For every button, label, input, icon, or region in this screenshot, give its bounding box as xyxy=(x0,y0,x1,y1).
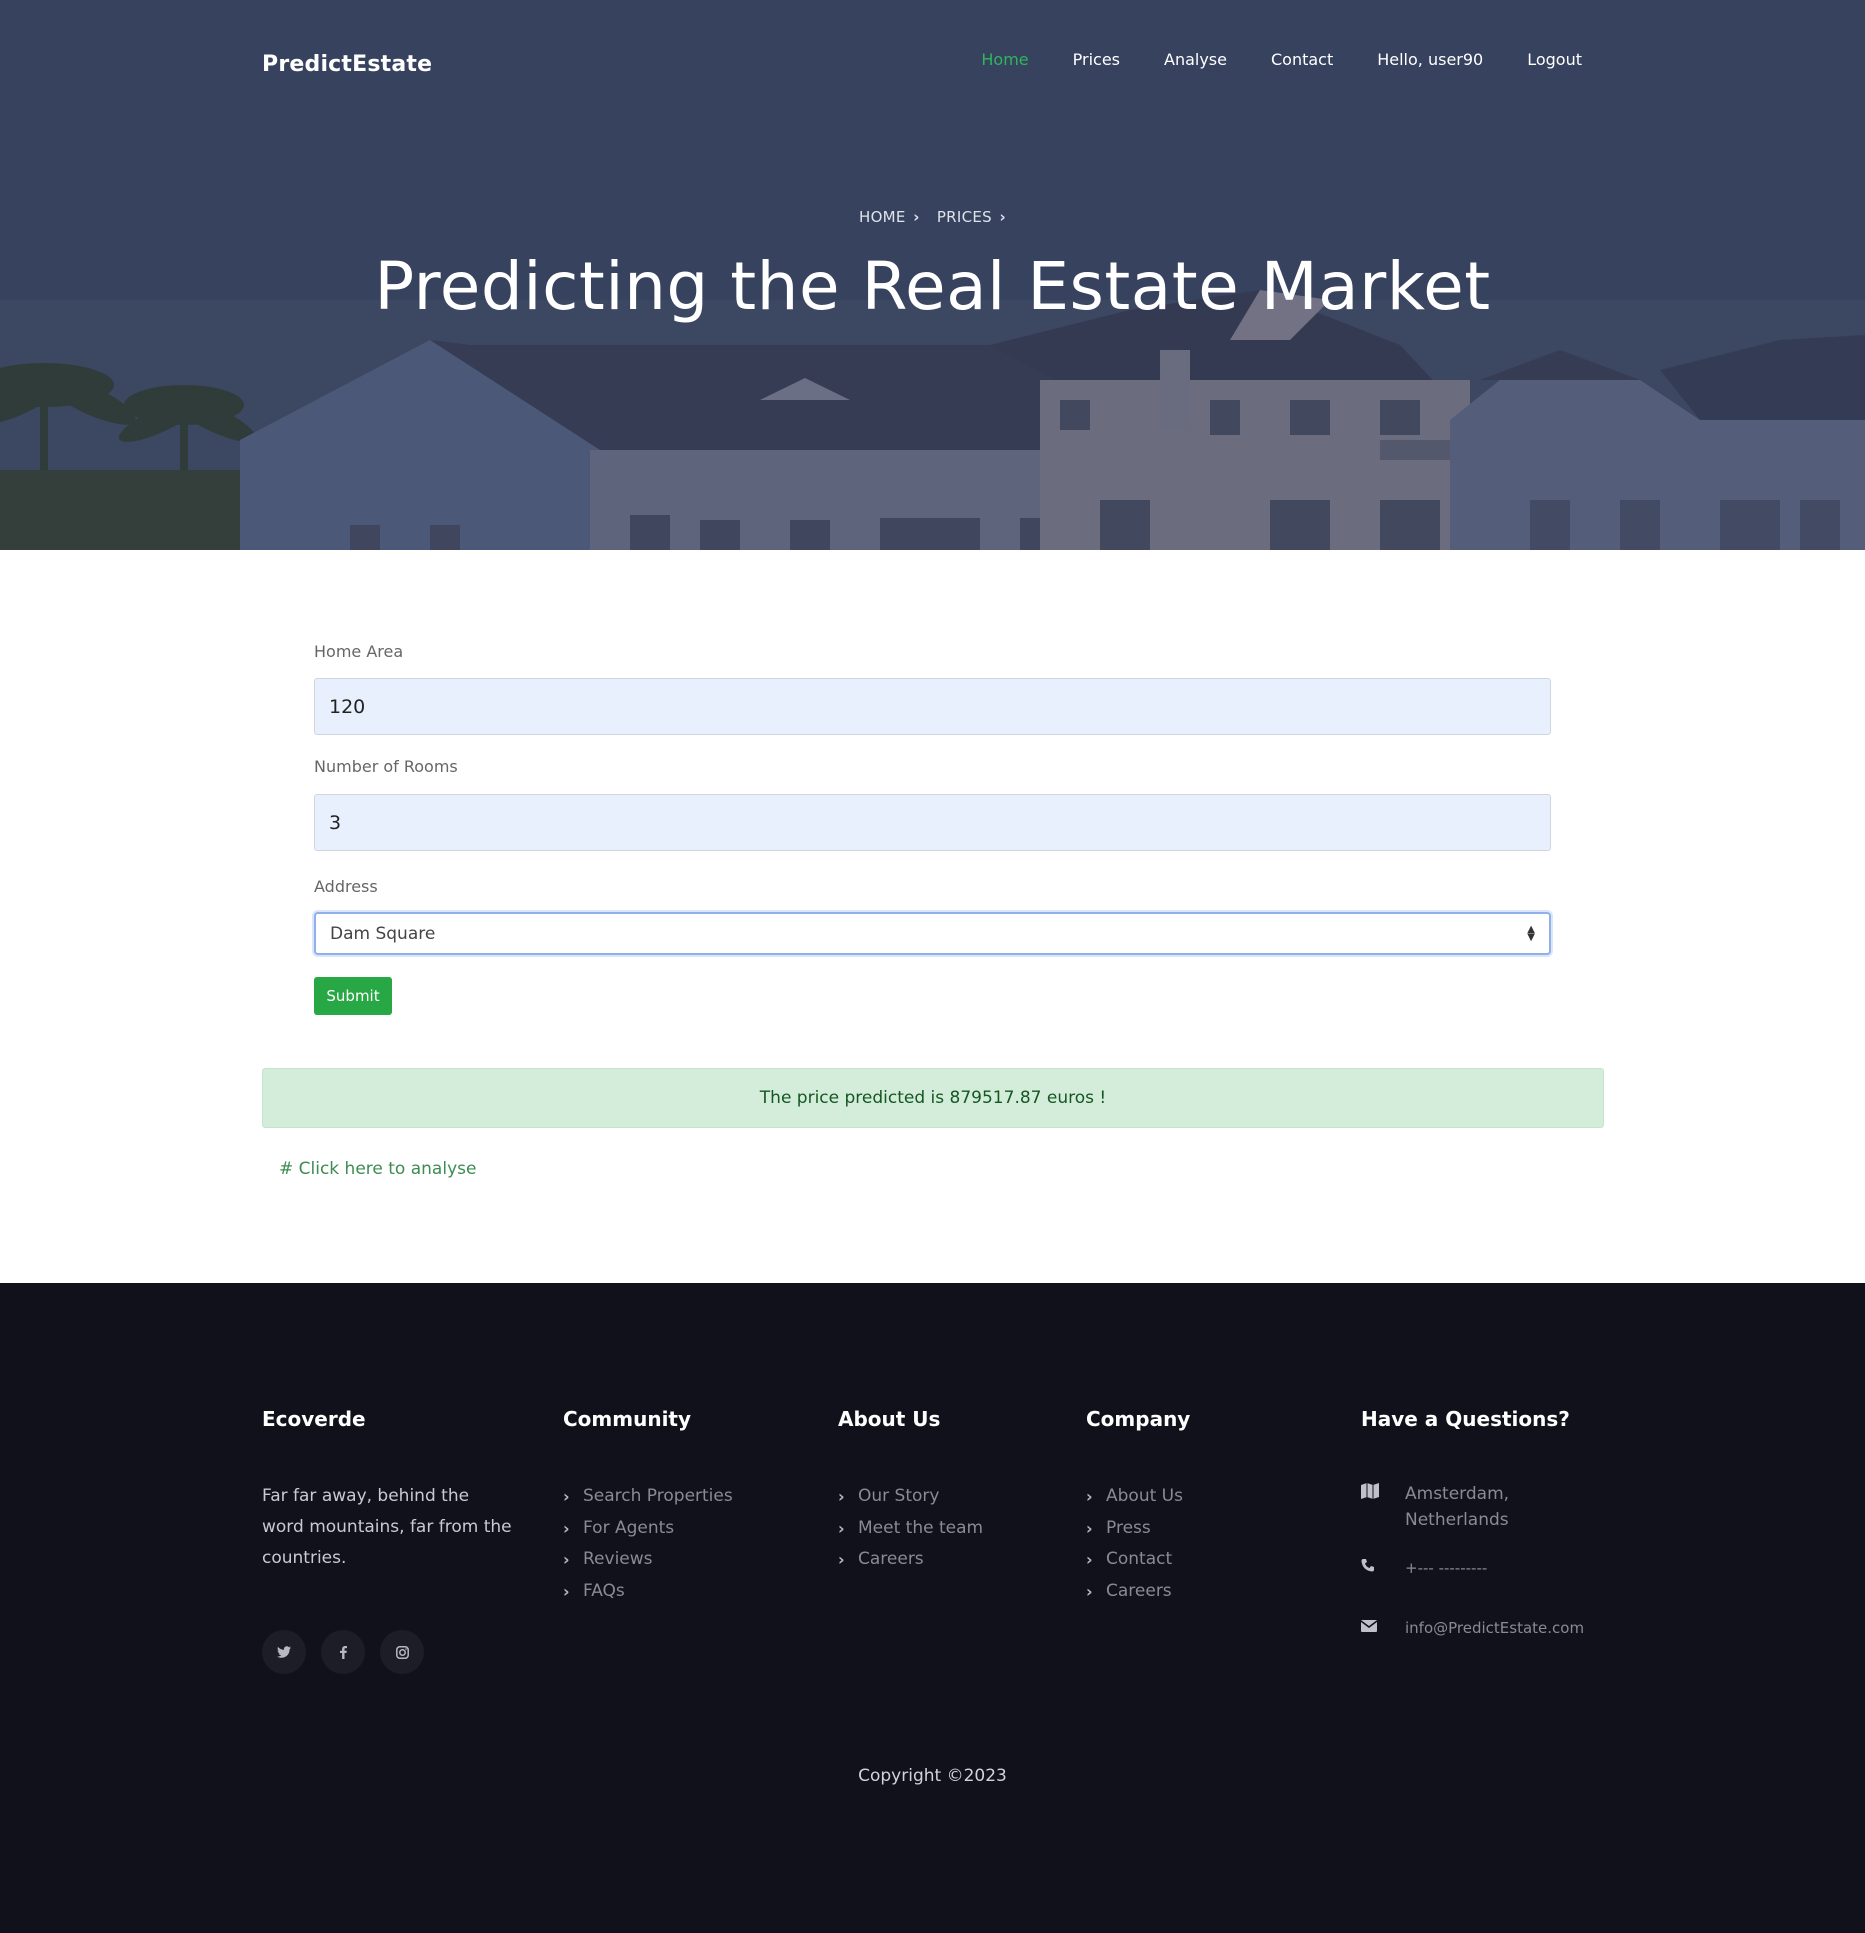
chevron-right-icon: › xyxy=(1086,1487,1093,1506)
chevron-right-icon: › xyxy=(838,1487,845,1506)
map-icon xyxy=(1361,1481,1405,1503)
footer-company-column: Company › About Us › Press › Contact › Caree… xyxy=(1086,1407,1190,1607)
nav-links: Home Prices Analyse Contact Hello, user9… xyxy=(981,50,1582,69)
chevron-right-icon: › xyxy=(838,1518,845,1538)
select-arrows-icon: ▲ ▼ xyxy=(1527,923,1535,943)
nav-link-prices[interactable]: Prices xyxy=(1073,50,1120,69)
rooms-input[interactable]: 3 xyxy=(314,794,1551,851)
contact-address: Amsterdam, Netherlands xyxy=(1361,1481,1584,1533)
footer-questions-title: Have a Questions? xyxy=(1361,1407,1570,1431)
chevron-right-icon: › xyxy=(563,1581,570,1601)
footer-about-column: Ecoverde Far far away, behind the word m… xyxy=(262,1407,512,1574)
site-footer: Ecoverde Far far away, behind the word m… xyxy=(0,1283,1865,1933)
footer-link-meet-team[interactable]: › Meet the team xyxy=(838,1513,983,1545)
footer-link-company-careers[interactable]: › Careers xyxy=(1086,1576,1190,1608)
rooms-label: Number of Rooms xyxy=(314,757,458,776)
footer-link-careers[interactable]: › Careers xyxy=(838,1544,983,1576)
chevron-right-icon: › xyxy=(563,1487,570,1506)
breadcrumb: HOME › PRICES › xyxy=(0,208,1865,226)
address-select[interactable]: Dam Square ▲ ▼ xyxy=(314,912,1551,955)
footer-link-reviews[interactable]: › Reviews xyxy=(563,1544,733,1576)
footer-about-title: Ecoverde xyxy=(262,1407,366,1431)
footer-community-title: Community xyxy=(563,1407,692,1431)
footer-link-press[interactable]: › Press xyxy=(1086,1513,1190,1545)
top-navbar: PredictEstate Home Prices Analyse Contac… xyxy=(0,0,1865,130)
chevron-right-icon: › xyxy=(907,208,920,226)
instagram-icon[interactable] xyxy=(380,1630,424,1674)
footer-aboutus-title: About Us xyxy=(838,1407,941,1431)
footer-link-for-agents[interactable]: › For Agents xyxy=(563,1513,733,1545)
breadcrumb-home[interactable]: HOME › xyxy=(859,208,920,226)
social-links xyxy=(262,1630,424,1674)
contact-phone[interactable]: +--- --------- xyxy=(1361,1555,1584,1581)
footer-link-search-properties[interactable]: › Search Properties xyxy=(563,1481,733,1513)
home-area-label: Home Area xyxy=(314,642,404,661)
address-select-value: Dam Square xyxy=(330,923,436,944)
hero-banner: PredictEstate Home Prices Analyse Contac… xyxy=(0,0,1865,550)
chevron-right-icon: › xyxy=(1086,1550,1093,1569)
footer-link-about-us[interactable]: › About Us xyxy=(1086,1481,1190,1513)
nav-link-logout[interactable]: Logout xyxy=(1527,50,1582,69)
prediction-form-section: Home Area 120 Number of Rooms 3 Address … xyxy=(0,550,1865,1283)
chevron-right-icon: › xyxy=(993,208,1006,226)
address-label: Address xyxy=(314,877,378,896)
twitter-icon[interactable] xyxy=(262,1630,306,1674)
footer-aboutus-column: About Us › Our Story › Meet the team › Care… xyxy=(838,1407,983,1576)
chevron-right-icon: › xyxy=(563,1518,570,1538)
chevron-right-icon: › xyxy=(1086,1581,1093,1601)
footer-link-contact[interactable]: › Contact xyxy=(1086,1544,1190,1576)
breadcrumb-prices[interactable]: PRICES › xyxy=(937,208,1006,226)
contact-email[interactable]: info@PredictEstate.com xyxy=(1360,1615,1584,1641)
footer-company-title: Company xyxy=(1086,1407,1191,1431)
page-title: Predicting the Real Estate Market xyxy=(374,248,1491,325)
brand-logo[interactable]: PredictEstate xyxy=(262,52,432,77)
phone-icon xyxy=(1361,1555,1405,1576)
home-area-input[interactable]: 120 xyxy=(314,678,1551,735)
nav-link-contact[interactable]: Contact xyxy=(1271,50,1333,69)
copyright-text: Copyright ©2023 xyxy=(858,1766,1007,1786)
prediction-result-alert: The price predicted is 879517.87 euros ! xyxy=(262,1068,1604,1128)
nav-link-analyse[interactable]: Analyse xyxy=(1164,50,1227,69)
chevron-right-icon: › xyxy=(1086,1518,1093,1538)
footer-questions-column: Have a Questions? Amsterdam, Netherlands… xyxy=(1360,1407,1584,1663)
chevron-right-icon: › xyxy=(838,1550,845,1569)
submit-button[interactable]: Submit xyxy=(314,977,392,1015)
nav-user-greeting[interactable]: Hello, user90 xyxy=(1377,50,1483,69)
footer-community-column: Community › Search Properties › For Agents… xyxy=(563,1407,733,1607)
chevron-right-icon: › xyxy=(563,1550,570,1569)
analyse-link[interactable]: # Click here to analyse xyxy=(279,1159,476,1179)
nav-link-home[interactable]: Home xyxy=(981,50,1028,69)
footer-link-faqs[interactable]: › FAQs xyxy=(563,1576,733,1608)
facebook-icon[interactable] xyxy=(321,1630,365,1674)
footer-about-text: Far far away, behind the word mountains,… xyxy=(262,1486,512,1568)
footer-link-our-story[interactable]: › Our Story xyxy=(838,1481,983,1513)
envelope-icon xyxy=(1360,1615,1405,1636)
